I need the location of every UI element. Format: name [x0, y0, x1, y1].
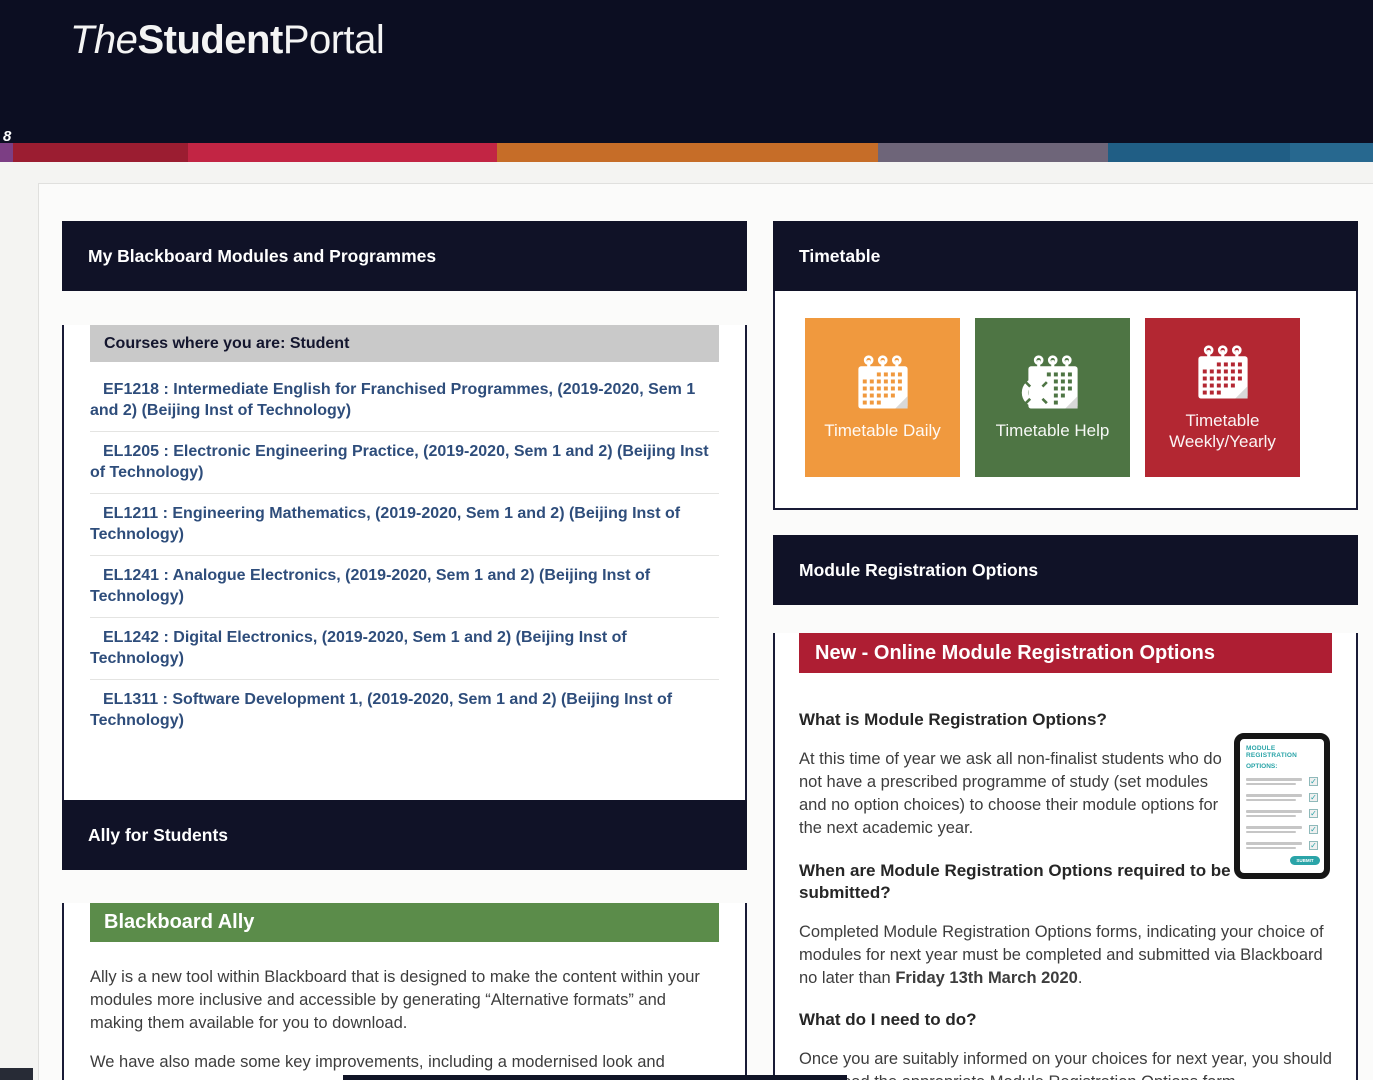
timetable-help-tile[interactable]: Timetable Help [975, 318, 1130, 477]
reg-q2-text-suffix: . [1078, 969, 1083, 987]
reg-q2-heading: When are Module Registration Options req… [799, 860, 1244, 904]
ally-paragraph: Ally is a new tool within Blackboard tha… [90, 966, 719, 1035]
ally-paragraph: We have also made some key improvements,… [90, 1051, 719, 1074]
illustration-row: ✓ [1246, 777, 1318, 786]
line-placeholder [1246, 842, 1302, 849]
checkbox-icon: ✓ [1309, 841, 1318, 850]
calendar-help-icon [1021, 354, 1085, 412]
new-online-registration-banner: New - Online Module Registration Options [799, 633, 1332, 673]
page-overlay-digit: 8 [3, 128, 11, 145]
checkbox-icon: ✓ [1309, 777, 1318, 786]
illustration-row: ✓ [1246, 809, 1318, 818]
illustration-row: ✓ [1246, 841, 1318, 850]
illustration-subtitle: OPTIONS: [1246, 763, 1318, 770]
course-link[interactable]: EL1242 : Digital Electronics, (2019-2020… [90, 618, 719, 680]
module-registration-illustration: MODULE REGISTRATION OPTIONS: ✓ ✓ ✓ ✓ ✓ S… [1234, 733, 1330, 879]
reg-q1-paragraph: At this time of year we ask all non-fina… [799, 748, 1231, 840]
illustration-title: MODULE REGISTRATION [1246, 745, 1318, 759]
calendar-icon [1191, 344, 1255, 402]
module-registration-panel-title: Module Registration Options [799, 560, 1038, 581]
window-edge-artifact [0, 1068, 33, 1080]
timetable-weekly-yearly-label: Timetable Weekly/Yearly [1162, 410, 1284, 452]
timetable-daily-tile[interactable]: Timetable Daily [805, 318, 960, 477]
timetable-panel: Timetable Timetable [773, 221, 1358, 510]
line-placeholder [1246, 826, 1302, 833]
brand-logo-student: Student [137, 18, 282, 62]
module-registration-panel-header: Module Registration Options [773, 535, 1358, 605]
illustration-row: ✓ [1246, 825, 1318, 834]
timetable-panel-header: Timetable [773, 221, 1358, 291]
module-registration-panel: Module Registration Options New - Online… [773, 535, 1358, 1080]
brand-stripe [0, 143, 1373, 162]
timetable-daily-label: Timetable Daily [824, 420, 941, 441]
module-registration-panel-body: New - Online Module Registration Options… [773, 633, 1358, 1080]
modules-panel-body: Courses where you are: Student EF1218 : … [62, 325, 747, 809]
window-edge-artifact [343, 1075, 847, 1080]
line-placeholder [1246, 778, 1302, 785]
ally-panel-body: Blackboard Ally Ally is a new tool withi… [62, 903, 747, 1080]
course-link[interactable]: EF1218 : Intermediate English for Franch… [90, 370, 719, 432]
checkbox-icon: ✓ [1309, 809, 1318, 818]
ally-panel: Ally for Students Blackboard Ally Ally i… [62, 800, 747, 1080]
line-placeholder [1246, 794, 1302, 801]
timetable-weekly-yearly-tile[interactable]: Timetable Weekly/Yearly [1145, 318, 1300, 477]
course-list: EF1218 : Intermediate English for Franch… [90, 370, 719, 741]
course-link[interactable]: EL1311 : Software Development 1, (2019-2… [90, 680, 719, 741]
reg-q3-paragraph: Once you are suitably informed on your c… [799, 1048, 1332, 1080]
ally-panel-header: Ally for Students [62, 800, 747, 870]
reg-q2-deadline: Friday 13th March 2020 [895, 969, 1078, 987]
course-link[interactable]: EL1241 : Analogue Electronics, (2019-202… [90, 556, 719, 618]
illustration-row: ✓ [1246, 793, 1318, 802]
submit-button-graphic: SUBMIT [1290, 856, 1320, 865]
brand-logo-the: The [70, 18, 137, 62]
line-placeholder [1246, 810, 1302, 817]
checkbox-icon: ✓ [1309, 793, 1318, 802]
timetable-help-label: Timetable Help [996, 420, 1110, 441]
brand-logo: TheStudentPortal [70, 18, 384, 63]
course-link[interactable]: EL1205 : Electronic Engineering Practice… [90, 432, 719, 494]
reg-q1-heading: What is Module Registration Options? [799, 709, 1332, 731]
modules-panel: My Blackboard Modules and Programmes Cou… [62, 221, 747, 809]
reg-q2-paragraph: Completed Module Registration Options fo… [799, 921, 1332, 990]
modules-panel-title: My Blackboard Modules and Programmes [88, 246, 436, 267]
course-filter-bar: Courses where you are: Student [90, 325, 719, 362]
brand-logo-portal: Portal [283, 18, 385, 62]
timetable-panel-body: Timetable Daily [773, 291, 1358, 510]
checkbox-icon: ✓ [1309, 825, 1318, 834]
blackboard-ally-banner: Blackboard Ally [90, 903, 719, 942]
timetable-panel-title: Timetable [799, 246, 880, 267]
reg-q3-heading: What do I need to do? [799, 1009, 1332, 1031]
ally-panel-title: Ally for Students [88, 825, 228, 846]
modules-panel-header: My Blackboard Modules and Programmes [62, 221, 747, 291]
course-link[interactable]: EL1211 : Engineering Mathematics, (2019-… [90, 494, 719, 556]
app-header: TheStudentPortal [0, 0, 1373, 143]
calendar-icon [851, 354, 915, 412]
